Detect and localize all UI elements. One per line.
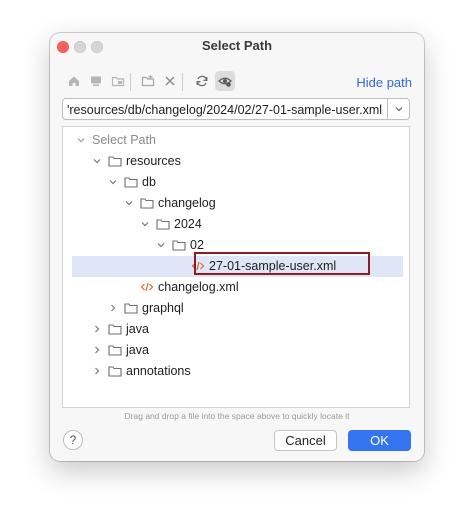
tree-item-label: java — [126, 343, 149, 357]
chevron-down-icon — [109, 180, 117, 185]
tree-item-label: annotations — [126, 364, 191, 378]
cancel-button[interactable]: Cancel — [274, 430, 337, 451]
chevron-down-icon — [77, 138, 85, 143]
chevron-down-icon — [395, 107, 402, 112]
folder-icon — [140, 198, 154, 209]
tree-item-db[interactable]: db — [63, 172, 409, 193]
file-tree[interactable]: Select Path resources db changelog 2024 — [62, 126, 410, 408]
tree-item-label: resources — [126, 154, 181, 168]
ok-button[interactable]: OK — [348, 430, 411, 451]
select-path-dialog: Select Path Hide path 'resources/db/chan… — [50, 33, 424, 461]
tree-item-label: graphql — [142, 301, 184, 315]
home-icon[interactable] — [64, 71, 84, 91]
dialog-title: Select Path — [201, 38, 273, 53]
tree-item-changelog-xml[interactable]: changelog.xml — [63, 277, 409, 298]
folder-icon — [108, 345, 122, 356]
folder-icon — [124, 303, 138, 314]
tree-item-label: changelog.xml — [158, 280, 239, 294]
chevron-down-icon — [157, 243, 165, 248]
tree-item-changelog[interactable]: changelog — [63, 193, 409, 214]
highlight-annotation-box — [194, 252, 370, 275]
tree-item-label: db — [142, 175, 156, 189]
folder-icon — [108, 366, 122, 377]
title-bar: Select Path — [50, 33, 424, 59]
tree-item-label: changelog — [158, 196, 216, 210]
tree-item-label: java — [126, 322, 149, 336]
folder-icon — [124, 177, 138, 188]
folder-icon — [108, 324, 122, 335]
new-folder-icon[interactable] — [138, 71, 158, 91]
desktop-icon[interactable] — [86, 71, 106, 91]
chevron-down-icon — [141, 222, 149, 227]
tree-item-java[interactable]: java — [63, 340, 409, 361]
refresh-icon[interactable] — [192, 71, 212, 91]
path-input-value: 'resources/db/changelog/2024/02/27-01-sa… — [67, 103, 383, 117]
tree-item-label: 02 — [190, 238, 204, 252]
hide-path-link[interactable]: Hide path — [356, 75, 412, 90]
drag-drop-hint: Drag and drop a file into the space abov… — [124, 411, 350, 421]
tree-root-label: Select Path — [92, 133, 156, 147]
chevron-right-icon — [111, 304, 116, 312]
tree-root[interactable]: Select Path — [63, 130, 409, 151]
chevron-down-icon — [93, 159, 101, 164]
tree-item-java[interactable]: java — [63, 319, 409, 340]
xml-file-icon — [140, 282, 154, 292]
folder-icon — [172, 240, 186, 251]
folder-icon — [156, 219, 170, 230]
delete-icon[interactable] — [160, 71, 180, 91]
project-folder-icon[interactable] — [108, 71, 128, 91]
chevron-right-icon — [95, 367, 100, 375]
chevron-right-icon — [95, 325, 100, 333]
tree-item-resources[interactable]: resources — [63, 151, 409, 172]
toolbar-separator — [182, 73, 183, 91]
tree-item-2024[interactable]: 2024 — [63, 214, 409, 235]
path-history-dropdown[interactable] — [388, 98, 410, 120]
tree-item-label: 2024 — [174, 217, 202, 231]
toolbar-separator — [130, 73, 131, 91]
tree-item-annotations[interactable]: annotations — [63, 361, 409, 382]
show-hidden-icon[interactable] — [215, 71, 235, 91]
path-input[interactable]: 'resources/db/changelog/2024/02/27-01-sa… — [62, 98, 388, 120]
chevron-right-icon — [95, 346, 100, 354]
help-button[interactable]: ? — [63, 430, 83, 450]
folder-icon — [108, 156, 122, 167]
chevron-down-icon — [125, 201, 133, 206]
tree-item-graphql[interactable]: graphql — [63, 298, 409, 319]
